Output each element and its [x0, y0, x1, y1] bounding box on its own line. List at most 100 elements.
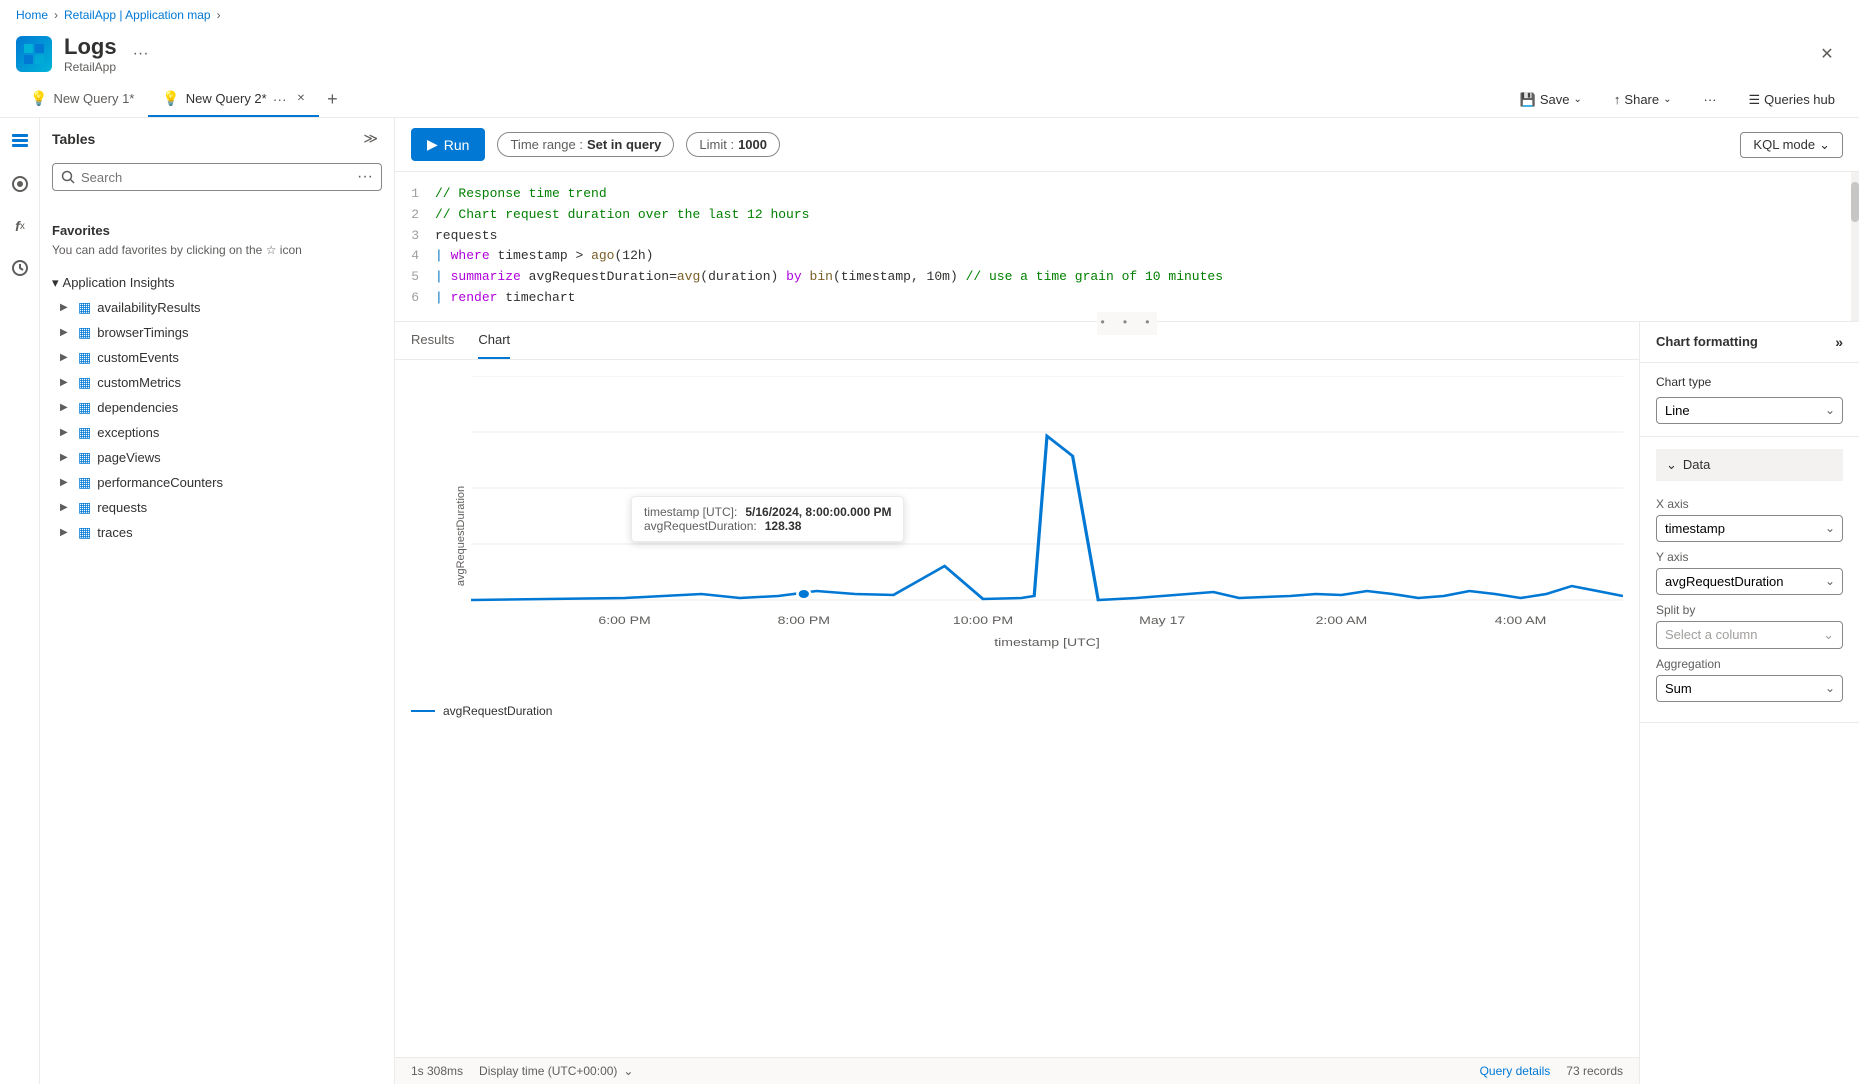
- table-name: traces: [97, 525, 132, 540]
- chart-type-select[interactable]: Line Bar Area: [1656, 397, 1843, 424]
- share-icon: ↑: [1614, 92, 1621, 107]
- app-more-options[interactable]: ···: [133, 45, 149, 63]
- table-requests[interactable]: ▶ ▦ requests: [52, 495, 382, 520]
- save-button[interactable]: 💾 Save ⌄: [1512, 88, 1590, 112]
- split-by-label: Split by: [1656, 603, 1843, 617]
- table-icon: ▦: [78, 524, 91, 541]
- more-options-icon: ···: [1704, 92, 1717, 107]
- sidebar-nav-history[interactable]: [0, 248, 40, 288]
- tab-new-query-2[interactable]: 💡 New Query 2* ··· ✕: [148, 82, 319, 117]
- table-traces[interactable]: ▶ ▦ traces: [52, 520, 382, 545]
- favorites-section: Favorites: [52, 219, 382, 242]
- add-tab-button[interactable]: +: [319, 85, 346, 114]
- drag-handle[interactable]: • • •: [1097, 312, 1157, 335]
- scrollbar[interactable]: [1851, 172, 1859, 321]
- search-input[interactable]: [81, 170, 351, 185]
- chart-type-label: Chart type: [1656, 375, 1843, 389]
- app-insights-header[interactable]: ▾ Application Insights: [52, 271, 382, 295]
- tooltip-duration-row: avgRequestDuration: 128.38: [644, 519, 891, 533]
- data-section-header[interactable]: ⌄ Data: [1656, 449, 1843, 481]
- time-display-chevron-icon: ⌄: [623, 1064, 633, 1078]
- panel-header: Chart formatting »: [1640, 322, 1859, 363]
- tooltip-label-2: avgRequestDuration:: [644, 519, 757, 533]
- table-name: customEvents: [97, 350, 179, 365]
- app-title: Logs: [64, 34, 117, 60]
- chart-type-selector[interactable]: Line Bar Area: [1656, 397, 1843, 424]
- table-exceptions[interactable]: ▶ ▦ exceptions: [52, 420, 382, 445]
- save-icon: 💾: [1520, 92, 1536, 108]
- table-icon: ▦: [78, 424, 91, 441]
- chart-container: avgRequestDuration 0 2,500: [395, 360, 1639, 1057]
- time-range-selector[interactable]: Time range : Set in query: [497, 132, 674, 157]
- data-collapse-icon: ⌄: [1666, 457, 1677, 473]
- time-display-label: Display time (UTC+00:00): [479, 1064, 617, 1078]
- aggregation-label: Aggregation: [1656, 657, 1843, 671]
- tab-results[interactable]: Results: [411, 322, 454, 359]
- limit-selector[interactable]: Limit : 1000: [686, 132, 780, 157]
- records-count: 73 records: [1566, 1064, 1623, 1078]
- y-axis-selector[interactable]: avgRequestDuration: [1656, 568, 1843, 595]
- chart-type-section: Chart type Line Bar Area: [1640, 363, 1859, 437]
- code-line-5: 5 | summarize avgRequestDuration=avg(dur…: [395, 267, 1859, 288]
- table-dependencies[interactable]: ▶ ▦ dependencies: [52, 395, 382, 420]
- sidebar-nav-functions[interactable]: fx: [0, 206, 40, 246]
- more-options-button[interactable]: ···: [1696, 88, 1725, 111]
- panel-expand-button[interactable]: »: [1835, 334, 1843, 350]
- expand-icon: ▶: [60, 527, 72, 538]
- table-customEvents[interactable]: ▶ ▦ customEvents: [52, 345, 382, 370]
- tab-close-button[interactable]: ✕: [297, 93, 305, 104]
- sidebar-collapse-button[interactable]: ≫: [359, 126, 382, 151]
- sidebar-search-area: ···: [40, 159, 394, 211]
- run-button[interactable]: ▶ Run: [411, 128, 485, 161]
- sidebar: fx Tables ≫: [0, 118, 395, 1084]
- sidebar-nav-filter[interactable]: [0, 164, 40, 204]
- table-performanceCounters[interactable]: ▶ ▦ performanceCounters: [52, 470, 382, 495]
- query-details-link[interactable]: Query details: [1480, 1064, 1551, 1078]
- tab-ellipsis[interactable]: ···: [273, 91, 287, 107]
- kql-mode-selector[interactable]: KQL mode ⌄: [1740, 132, 1843, 158]
- query-duration: 1s 308ms: [411, 1064, 463, 1078]
- sidebar-nav-tables[interactable]: [0, 122, 40, 162]
- time-range-label: Time range :: [510, 137, 583, 152]
- svg-text:2:00 AM: 2:00 AM: [1316, 614, 1368, 626]
- tab-label-1: New Query 1*: [53, 91, 134, 106]
- sidebar-title-bar: Tables ≫: [40, 118, 394, 159]
- sidebar-title: Tables: [52, 131, 359, 147]
- query-icon-2: 💡: [162, 90, 179, 107]
- x-axis-selector[interactable]: timestamp: [1656, 515, 1843, 542]
- table-pageViews[interactable]: ▶ ▦ pageViews: [52, 445, 382, 470]
- data-config: X axis timestamp Y axis avgRequestDurati…: [1656, 481, 1843, 710]
- close-button[interactable]: ✕: [1811, 38, 1843, 70]
- limit-value: 1000: [738, 137, 767, 152]
- expand-icon: ▶: [60, 477, 72, 488]
- search-options-icon[interactable]: ···: [357, 168, 373, 186]
- queries-hub-button[interactable]: ☰ Queries hub: [1741, 88, 1843, 112]
- code-editor[interactable]: 1 // Response time trend 2 // Chart requ…: [395, 172, 1859, 322]
- y-axis-select[interactable]: avgRequestDuration: [1656, 568, 1843, 595]
- save-label: Save: [1540, 92, 1570, 107]
- app-logo-icon: [16, 36, 52, 72]
- aggregation-select[interactable]: Sum Average Min Max: [1656, 675, 1843, 702]
- chart-legend: avgRequestDuration: [411, 704, 1623, 718]
- tab-chart[interactable]: Chart: [478, 322, 510, 359]
- queries-hub-label: Queries hub: [1764, 92, 1835, 107]
- tab-new-query-1[interactable]: 💡 New Query 1*: [16, 82, 148, 117]
- results-area: Results Chart avgRequestDuration: [395, 322, 1859, 1084]
- aggregation-selector[interactable]: Sum Average Min Max: [1656, 675, 1843, 702]
- tabs-bar: 💡 New Query 1* 💡 New Query 2* ··· ✕ + 💾 …: [0, 82, 1859, 118]
- table-browserTimings[interactable]: ▶ ▦ browserTimings: [52, 320, 382, 345]
- table-availabilityResults[interactable]: ▶ ▦ availabilityResults: [52, 295, 382, 320]
- breadcrumb-retailapp[interactable]: RetailApp | Application map: [64, 8, 211, 22]
- y-axis-config-label: Y axis: [1656, 550, 1843, 564]
- sidebar-content: Favorites You can add favorites by click…: [40, 211, 394, 1084]
- tooltip-value-2: 128.38: [765, 519, 802, 533]
- expand-icon: ▶: [60, 502, 72, 513]
- queries-hub-icon: ☰: [1749, 92, 1761, 108]
- table-customMetrics[interactable]: ▶ ▦ customMetrics: [52, 370, 382, 395]
- breadcrumb-home[interactable]: Home: [16, 8, 48, 22]
- time-display-selector[interactable]: Display time (UTC+00:00) ⌄: [479, 1064, 633, 1078]
- save-chevron-icon: ⌄: [1574, 94, 1582, 105]
- x-axis-select[interactable]: timestamp: [1656, 515, 1843, 542]
- share-button[interactable]: ↑ Share ⌄: [1606, 88, 1680, 111]
- split-by-selector[interactable]: Select a column ⌄: [1656, 621, 1843, 649]
